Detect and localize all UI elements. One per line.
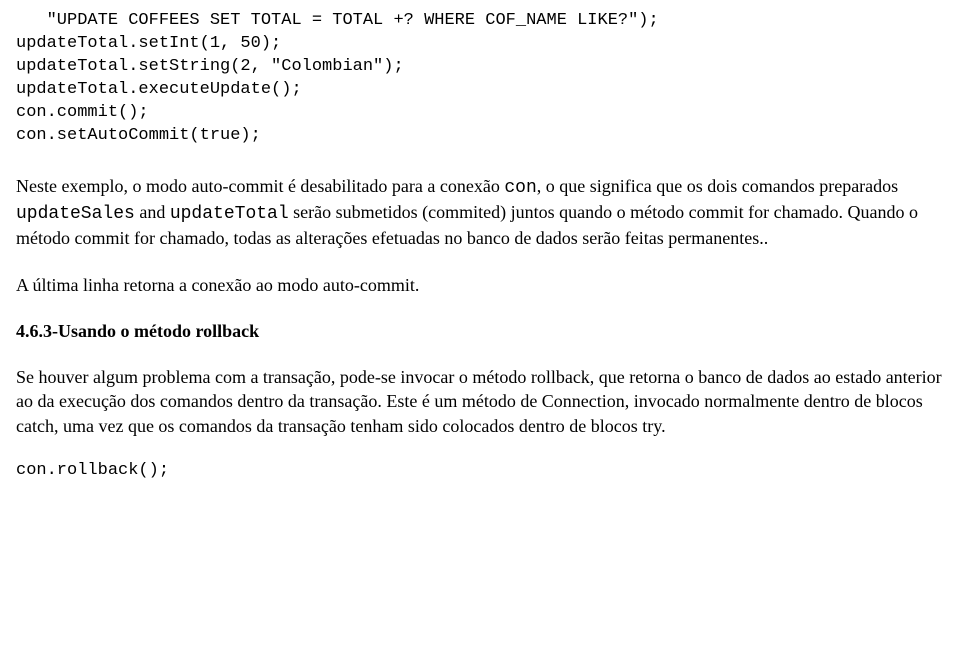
paragraph-2: A última linha retorna a conexão ao modo…: [16, 273, 944, 297]
paragraph-1: Neste exemplo, o modo auto-commit é desa…: [16, 174, 944, 251]
text-run: Neste exemplo, o modo auto-commit é desa…: [16, 176, 504, 196]
inline-code: updateSales: [16, 204, 135, 224]
code-line: con.setAutoCommit(true);: [16, 126, 261, 145]
code-line: con.rollback();: [16, 461, 169, 480]
code-line: updateTotal.setInt(1, 50);: [16, 34, 281, 53]
paragraph-3: Se houver algum problema com a transação…: [16, 365, 944, 438]
inline-code: updateTotal: [170, 204, 289, 224]
code-line: updateTotal.executeUpdate();: [16, 80, 302, 99]
code-block: "UPDATE COFFEES SET TOTAL = TOTAL +? WHE…: [16, 10, 944, 148]
text-run: and: [135, 202, 170, 222]
code-block: con.rollback();: [16, 460, 944, 483]
code-line: updateTotal.setString(2, "Colombian");: [16, 57, 404, 76]
code-line: "UPDATE COFFEES SET TOTAL = TOTAL +? WHE…: [16, 11, 659, 30]
text-run: , o que significa que os dois comandos p…: [537, 176, 898, 196]
code-line: con.commit();: [16, 103, 149, 122]
section-heading: 4.6.3-Usando o método rollback: [16, 319, 944, 343]
inline-code: con: [504, 178, 536, 198]
